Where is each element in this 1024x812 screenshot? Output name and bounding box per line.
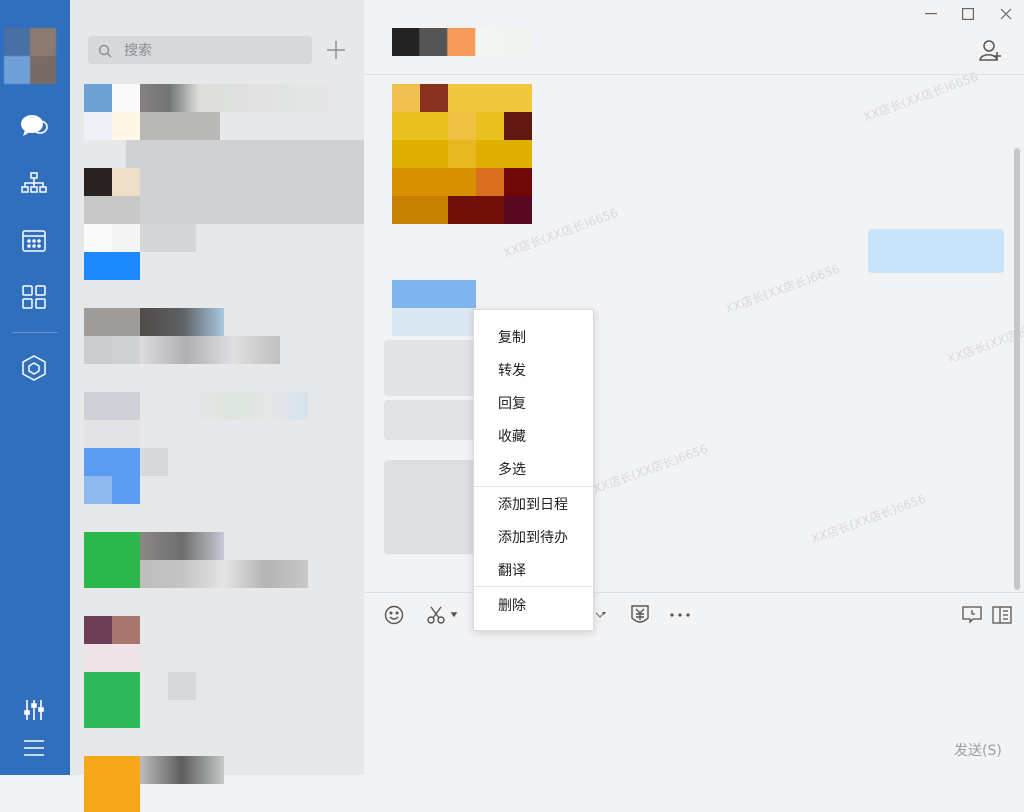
conversation-list: 搜索 bbox=[70, 0, 434, 812]
sender-avatar[interactable] bbox=[392, 280, 476, 308]
menu-item-add-to-todo[interactable]: 添加到待办 bbox=[474, 520, 593, 553]
menu-item-reply[interactable]: 回复 bbox=[474, 386, 593, 419]
sender-name bbox=[392, 308, 476, 336]
avatar bbox=[84, 532, 140, 588]
menu-item-multi-select[interactable]: 多选 bbox=[474, 452, 593, 485]
avatar bbox=[84, 308, 140, 364]
menu-item-delete[interactable]: 删除 bbox=[474, 588, 593, 621]
sidebar-panel-icon[interactable] bbox=[990, 603, 1014, 627]
conversation-item[interactable] bbox=[84, 224, 352, 280]
message-bubble[interactable] bbox=[384, 400, 476, 440]
message-context-menu: 复制 转发 回复 收藏 多选 添加到日程 添加到待办 翻译 删除 bbox=[473, 309, 594, 631]
chat-title-blurred bbox=[392, 28, 532, 56]
menu-item-forward[interactable]: 转发 bbox=[474, 353, 593, 386]
search-placeholder: 搜索 bbox=[124, 43, 152, 59]
menu-divider bbox=[474, 586, 593, 587]
avatar bbox=[84, 224, 140, 280]
settings-sliders-icon[interactable] bbox=[14, 690, 54, 730]
conversation-item[interactable] bbox=[84, 756, 352, 812]
chat-bubbles-icon[interactable] bbox=[14, 106, 54, 146]
conversation-item[interactable] bbox=[84, 448, 352, 504]
menu-icon[interactable] bbox=[14, 728, 54, 768]
add-plus-icon[interactable] bbox=[322, 36, 350, 64]
add-member-icon[interactable] bbox=[978, 38, 1002, 66]
chat-panel: XX店长(XX店长)6656 XX店长(XX店长)6656 XX店长(XX店长)… bbox=[364, 0, 1024, 775]
watermark: XX店长(XX店长)6656 bbox=[591, 441, 710, 497]
input-toolbar bbox=[364, 592, 1024, 637]
message-bubble-selected[interactable] bbox=[384, 460, 476, 554]
calendar-icon[interactable] bbox=[14, 220, 54, 260]
send-button[interactable]: 发送(S) bbox=[954, 740, 1002, 760]
conversation-item[interactable] bbox=[84, 616, 352, 672]
conversation-item[interactable] bbox=[84, 672, 352, 728]
watermark: XX店长(XX店长)6656 bbox=[723, 261, 842, 317]
conversation-item[interactable] bbox=[84, 308, 352, 364]
close-icon[interactable] bbox=[991, 4, 1021, 24]
minimize-icon[interactable] bbox=[916, 4, 946, 24]
conversation-item[interactable] bbox=[84, 532, 352, 588]
conversation-item[interactable] bbox=[84, 84, 352, 140]
chat-header bbox=[364, 0, 1024, 75]
avatar bbox=[84, 672, 140, 728]
watermark: XX店长(XX店长)6656 bbox=[945, 311, 1024, 367]
watermark: XX店长(XX店长)6656 bbox=[861, 69, 980, 125]
avatar bbox=[84, 616, 140, 672]
avatar bbox=[84, 168, 140, 224]
history-icon[interactable] bbox=[960, 603, 984, 627]
apps-grid-icon[interactable] bbox=[14, 277, 54, 317]
watermark: XX店长(XX店长)6656 bbox=[809, 491, 928, 547]
sent-message-bubble[interactable] bbox=[868, 229, 1004, 273]
rail-divider bbox=[12, 332, 58, 333]
conversation-item[interactable] bbox=[84, 168, 352, 224]
red-packet-icon[interactable] bbox=[628, 603, 652, 627]
avatar bbox=[84, 448, 140, 504]
avatar bbox=[84, 84, 140, 140]
search-icon bbox=[98, 43, 112, 62]
user-avatar[interactable] bbox=[4, 28, 56, 84]
search-input[interactable]: 搜索 bbox=[88, 36, 312, 64]
maximize-icon[interactable] bbox=[953, 4, 983, 24]
chat-scrollbar[interactable] bbox=[1014, 148, 1020, 590]
emoji-icon[interactable] bbox=[382, 603, 406, 627]
menu-item-translate[interactable]: 翻译 bbox=[474, 553, 593, 586]
menu-item-favorite[interactable]: 收藏 bbox=[474, 419, 593, 452]
nav-rail bbox=[0, 0, 70, 775]
cube-icon[interactable] bbox=[14, 348, 54, 388]
menu-item-add-to-schedule[interactable]: 添加到日程 bbox=[474, 487, 593, 520]
org-chart-icon[interactable] bbox=[14, 163, 54, 203]
menu-item-copy[interactable]: 复制 bbox=[474, 320, 593, 353]
more-icon[interactable] bbox=[668, 603, 692, 627]
conversation-item[interactable] bbox=[84, 392, 352, 448]
avatar bbox=[84, 392, 140, 448]
scissors-icon[interactable] bbox=[424, 603, 460, 627]
message-bubble[interactable] bbox=[384, 340, 476, 396]
image-message[interactable] bbox=[392, 84, 532, 224]
avatar bbox=[84, 756, 140, 812]
